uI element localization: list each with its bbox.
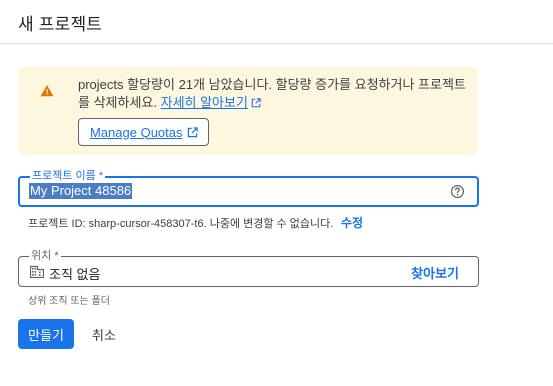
required-mark: *	[54, 250, 59, 262]
manage-quotas-button[interactable]: Manage Quotas	[78, 118, 209, 146]
cancel-button[interactable]: 취소	[81, 319, 127, 349]
open-in-new-icon	[251, 98, 261, 108]
manage-quotas-label: Manage Quotas	[90, 124, 183, 140]
organization-icon	[30, 265, 44, 278]
project-name-input[interactable]: My Project 48586	[29, 183, 133, 199]
warning-message: projects 할당량이 21개 남았습니다. 할당량 증가를 요청하거나 프…	[78, 76, 468, 112]
warning-message-text: projects 할당량이 21개 남았습니다. 할당량 증가를 요청하거나 프…	[78, 77, 466, 110]
project-name-field[interactable]: 프로젝트 이름 * My Project 48586	[18, 169, 479, 207]
page-header: 새 프로젝트	[0, 0, 553, 44]
location-field[interactable]: 위치 * 조직 없음 찾아보기	[18, 249, 479, 287]
location-label: 위치 *	[29, 249, 61, 263]
learn-more-label: 자세히 알아보기	[160, 95, 248, 110]
learn-more-link[interactable]: 자세히 알아보기	[161, 95, 261, 110]
location-label-text: 위치	[31, 250, 52, 262]
help-circle-icon[interactable]	[450, 184, 465, 199]
create-button[interactable]: 만들기	[18, 319, 74, 349]
open-in-new-icon	[187, 126, 198, 137]
page-title: 새 프로젝트	[18, 15, 103, 34]
project-name-label: 프로젝트 이름 *	[30, 169, 106, 183]
required-mark: *	[98, 170, 104, 182]
location-value: 조직 없음	[49, 267, 101, 282]
browse-button[interactable]: 찾아보기	[411, 263, 459, 282]
quota-warning-banner: projects 할당량이 21개 남았습니다. 할당량 증가를 요청하거나 프…	[18, 67, 478, 155]
location-hint: 상위 조직 또는 폴더	[28, 296, 110, 307]
warning-icon	[40, 85, 54, 97]
project-id-text: 프로젝트 ID: sharp-cursor-458307-t6. 나중에 변경할…	[28, 218, 334, 230]
project-name-label-text: 프로젝트 이름	[32, 170, 96, 182]
edit-project-id-link[interactable]: 수정	[341, 214, 363, 231]
